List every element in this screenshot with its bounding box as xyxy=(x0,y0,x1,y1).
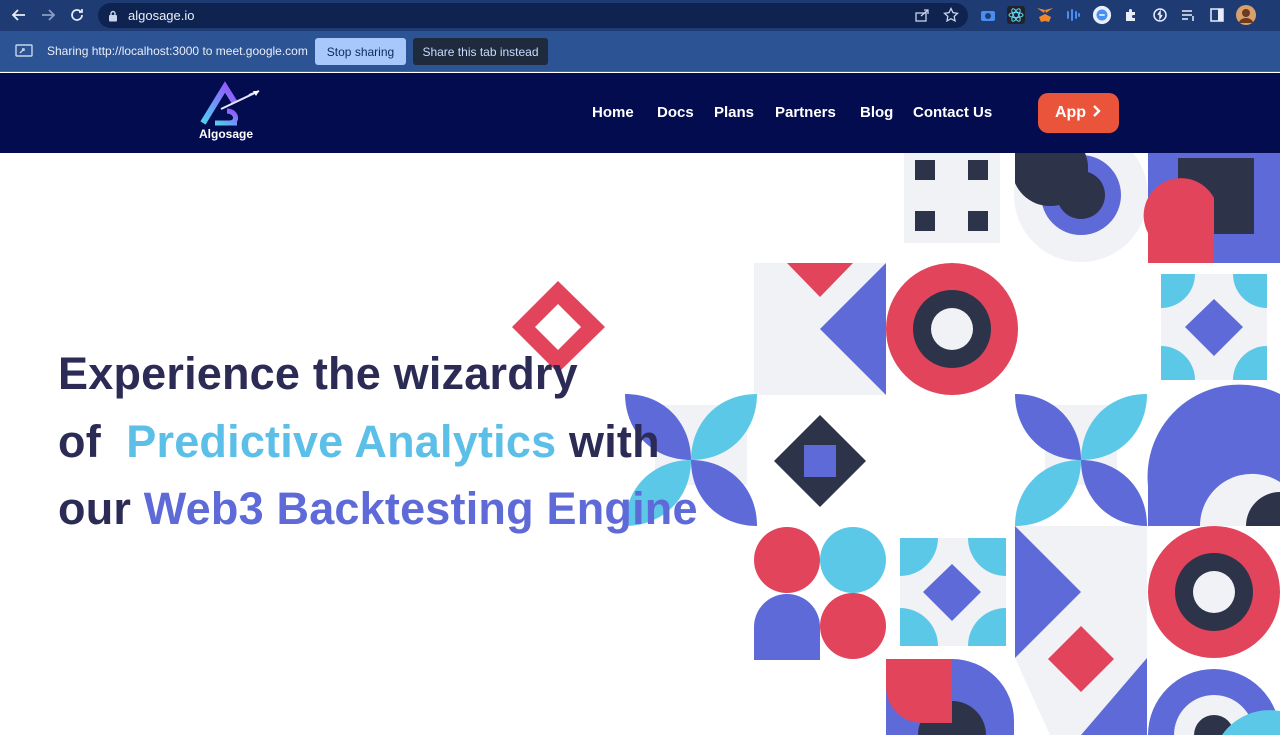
chevron-right-icon xyxy=(1092,104,1102,123)
forward-arrow-icon[interactable] xyxy=(37,4,59,26)
hero-line-3-prefix: our xyxy=(58,483,144,534)
user-avatar-icon[interactable] xyxy=(1236,5,1256,25)
screen-share-icon xyxy=(15,44,33,63)
back-arrow-icon[interactable] xyxy=(8,4,30,26)
url-text: algosage.io xyxy=(128,8,195,23)
hero-line-1-text: Experience the wizardry xyxy=(58,348,578,399)
app-button[interactable]: App xyxy=(1038,93,1119,133)
bookmark-star-icon[interactable] xyxy=(943,6,959,28)
hero-highlight-web3-engine: Web3 Backtesting Engine xyxy=(143,483,698,534)
profile-sync-icon[interactable] xyxy=(1092,5,1112,25)
nav-plans[interactable]: Plans xyxy=(714,104,754,121)
sync-extension-icon[interactable] xyxy=(1150,5,1170,25)
nav-partners[interactable]: Partners xyxy=(775,104,836,121)
extensions-puzzle-icon[interactable] xyxy=(1121,5,1141,25)
sharing-status-text: Sharing http://localhost:3000 to meet.go… xyxy=(47,44,308,58)
hero-highlight-predictive-analytics: Predictive Analytics xyxy=(126,416,557,467)
audio-extension-icon[interactable] xyxy=(1063,5,1083,25)
camera-extension-icon[interactable] xyxy=(978,5,998,25)
hero-headline-line-3: our Web3 Backtesting Engine xyxy=(58,483,698,535)
share-page-icon[interactable] xyxy=(914,7,930,28)
hero-line-2-suffix: with xyxy=(556,416,660,467)
nav-home[interactable]: Home xyxy=(592,104,634,121)
stop-sharing-button[interactable]: Stop sharing xyxy=(315,38,406,65)
hero-headline-line-2: of Predictive Analytics with xyxy=(58,416,660,468)
reading-list-icon[interactable] xyxy=(1178,5,1198,25)
nav-blog[interactable]: Blog xyxy=(860,104,893,121)
browser-toolbar: algosage.io xyxy=(0,0,1280,31)
app-button-label: App xyxy=(1054,104,1087,121)
site-header: Algosage Home Docs Plans Partners Blog C… xyxy=(0,73,1280,153)
metamask-icon[interactable] xyxy=(1035,5,1055,25)
nav-docs[interactable]: Docs xyxy=(657,104,694,121)
hero-line-2-prefix: of xyxy=(58,416,114,467)
tab-sharing-bar: Sharing http://localhost:3000 to meet.go… xyxy=(0,31,1280,72)
side-panel-icon[interactable] xyxy=(1207,5,1227,25)
nav-contact-us[interactable]: Contact Us xyxy=(913,104,992,121)
react-devtools-icon[interactable] xyxy=(1006,5,1026,25)
hero-headline-line-1: Experience the wizardry xyxy=(58,348,578,400)
logo-text: Algosage xyxy=(199,127,254,141)
share-this-tab-button[interactable]: Share this tab instead xyxy=(413,38,548,65)
reload-icon[interactable] xyxy=(66,4,88,26)
address-bar[interactable]: algosage.io xyxy=(98,3,968,28)
lock-icon[interactable] xyxy=(108,9,118,27)
